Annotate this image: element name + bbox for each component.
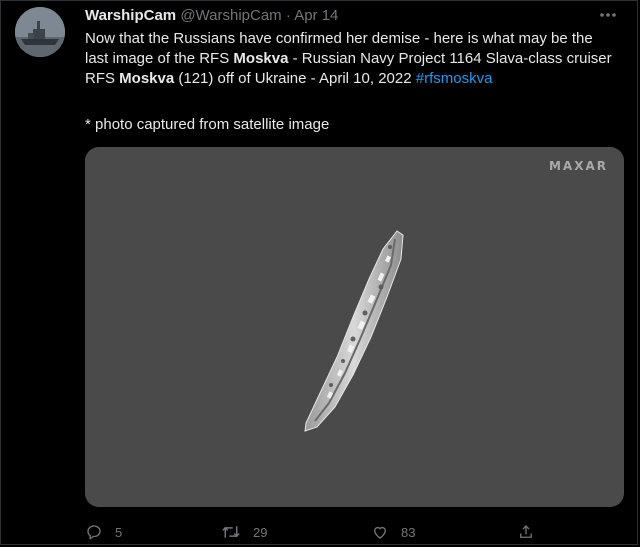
tweet-text-bold: Moskva <box>119 70 175 87</box>
heart-icon <box>374 526 386 539</box>
tweet-text: Now that the Russians have confirmed her… <box>85 29 615 89</box>
like-count: 83 <box>401 524 416 540</box>
avatar[interactable] <box>15 7 65 57</box>
timestamp[interactable]: Apr 14 <box>294 7 338 24</box>
like-button[interactable]: 83 <box>371 521 415 543</box>
share-icon <box>520 525 532 538</box>
warship-silhouette <box>304 230 404 432</box>
satellite-image: MAXAR <box>85 147 624 507</box>
tweet-card: WarshipCam @WarshipCam · Apr 14 Now that… <box>0 0 638 545</box>
handle[interactable]: @WarshipCam <box>180 7 281 24</box>
hashtag-link[interactable]: #rfsmoskva <box>416 70 493 87</box>
more-options-button[interactable] <box>597 5 619 25</box>
tweet-text-bold: Moskva <box>233 50 289 67</box>
tweet-header: WarshipCam @WarshipCam · Apr 14 <box>85 7 338 25</box>
tweet-media[interactable]: MAXAR <box>85 147 624 507</box>
reply-button[interactable]: 5 <box>85 521 122 543</box>
reply-icon <box>87 525 101 540</box>
retweet-count: 29 <box>253 524 268 540</box>
display-name[interactable]: WarshipCam <box>85 7 176 24</box>
reply-count: 5 <box>115 524 123 540</box>
tweet-actions: 5 29 83 <box>85 521 545 543</box>
tweet-note: * photo captured from satellite image <box>85 116 330 133</box>
tweet-text-segment: (121) off of Ukraine - April 10, 2022 <box>174 70 416 87</box>
retweet-icon <box>222 526 240 538</box>
warship-avatar-image <box>15 7 65 57</box>
more-dots-icon <box>600 13 616 17</box>
separator: · <box>285 7 291 24</box>
share-button[interactable] <box>517 521 535 543</box>
retweet-button[interactable]: 29 <box>221 521 267 543</box>
